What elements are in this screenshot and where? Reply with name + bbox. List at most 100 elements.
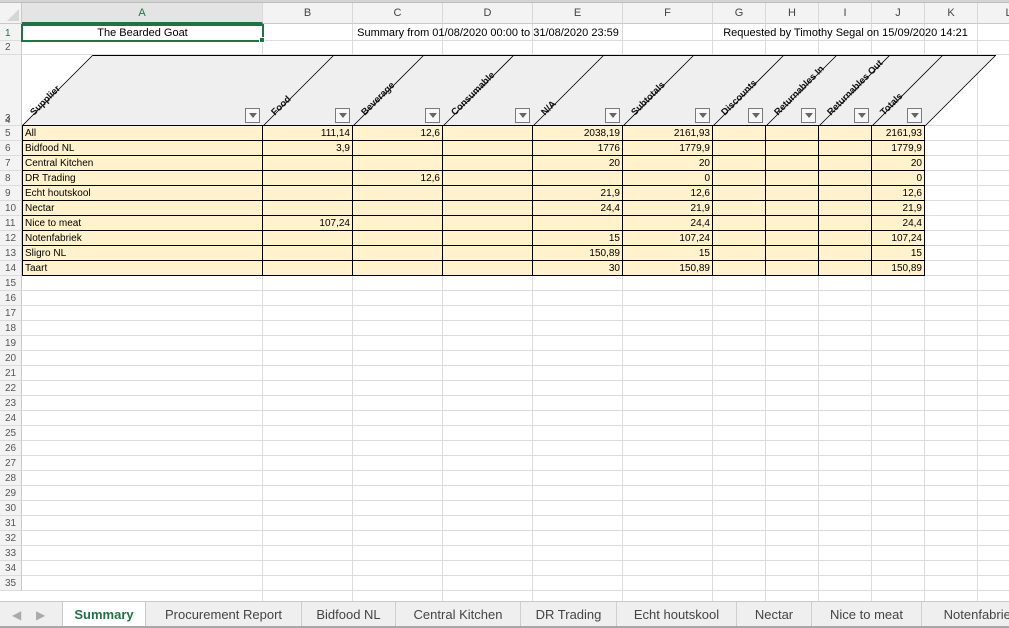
column-header-d[interactable]: D (443, 3, 533, 24)
row-header-10[interactable]: 10 (0, 201, 22, 216)
value-cell-returnables-in[interactable] (766, 246, 819, 261)
row-header-34[interactable]: 34 (0, 561, 22, 576)
value-cell-totals[interactable]: 20 (872, 156, 925, 171)
sheet-tab-dr-trading[interactable]: DR Trading (521, 602, 617, 627)
value-cell-returnables-in[interactable] (766, 216, 819, 231)
value-cell-returnables-out[interactable] (819, 201, 872, 216)
value-cell-discounts[interactable] (713, 261, 766, 276)
value-cell-n-a[interactable]: 20 (533, 156, 623, 171)
row-header-21[interactable]: 21 (0, 366, 22, 381)
row-header-31[interactable]: 31 (0, 516, 22, 531)
row-header-26[interactable]: 26 (0, 441, 22, 456)
value-cell-returnables-out[interactable] (819, 231, 872, 246)
value-cell-totals[interactable]: 12,6 (872, 186, 925, 201)
value-cell-returnables-in[interactable] (766, 126, 819, 141)
sheet-tab-bidfood-nl[interactable]: Bidfood NL (302, 602, 396, 627)
row-header-11[interactable]: 11 (0, 216, 22, 231)
value-cell-consumable[interactable] (443, 141, 533, 156)
value-cell-totals[interactable]: 15 (872, 246, 925, 261)
filter-dropdown-beverage[interactable] (425, 108, 440, 123)
value-cell-returnables-in[interactable] (766, 231, 819, 246)
value-cell-n-a[interactable] (533, 171, 623, 186)
row-header-35[interactable]: 35 (0, 576, 22, 591)
value-cell-subtotals[interactable]: 150,89 (623, 261, 713, 276)
supplier-name-cell[interactable]: Taart (22, 261, 263, 276)
value-cell-food[interactable]: 111,14 (263, 126, 353, 141)
filter-dropdown-n-a[interactable] (605, 108, 620, 123)
supplier-name-cell[interactable]: DR Trading (22, 171, 263, 186)
value-cell-totals[interactable]: 1779,9 (872, 141, 925, 156)
row-header-27[interactable]: 27 (0, 456, 22, 471)
filter-dropdown-food[interactable] (335, 108, 350, 123)
sheet-tab-nice-to-meat[interactable]: Nice to meat (812, 602, 922, 627)
value-cell-discounts[interactable] (713, 201, 766, 216)
sheet-tab-central-kitchen[interactable]: Central Kitchen (396, 602, 521, 627)
value-cell-food[interactable] (263, 156, 353, 171)
value-cell-returnables-in[interactable] (766, 141, 819, 156)
value-cell-beverage[interactable]: 12,6 (353, 126, 443, 141)
value-cell-beverage[interactable] (353, 231, 443, 246)
supplier-name-cell[interactable]: Central Kitchen (22, 156, 263, 171)
row-header-16[interactable]: 16 (0, 291, 22, 306)
value-cell-food[interactable] (263, 231, 353, 246)
value-cell-n-a[interactable]: 30 (533, 261, 623, 276)
row-header-33[interactable]: 33 (0, 546, 22, 561)
value-cell-discounts[interactable] (713, 141, 766, 156)
column-header-f[interactable]: F (623, 3, 713, 24)
row-header-24[interactable]: 24 (0, 411, 22, 426)
value-cell-subtotals[interactable]: 0 (623, 171, 713, 186)
row-header-18[interactable]: 18 (0, 321, 22, 336)
value-cell-n-a[interactable] (533, 216, 623, 231)
row-header-19[interactable]: 19 (0, 336, 22, 351)
supplier-name-cell[interactable]: Echt houtskool (22, 186, 263, 201)
value-cell-returnables-in[interactable] (766, 171, 819, 186)
filter-dropdown-returnables-out[interactable] (854, 108, 869, 123)
row-header-28[interactable]: 28 (0, 471, 22, 486)
value-cell-subtotals[interactable]: 12,6 (623, 186, 713, 201)
value-cell-food[interactable]: 3,9 (263, 141, 353, 156)
value-cell-food[interactable] (263, 201, 353, 216)
row-header-14[interactable]: 14 (0, 261, 22, 276)
select-all-corner[interactable] (0, 3, 22, 24)
value-cell-returnables-out[interactable] (819, 171, 872, 186)
row-header-32[interactable]: 32 (0, 531, 22, 546)
value-cell-totals[interactable]: 150,89 (872, 261, 925, 276)
value-cell-subtotals[interactable]: 21,9 (623, 201, 713, 216)
row-header-29[interactable]: 29 (0, 486, 22, 501)
sheet-tab-echt-houtskool[interactable]: Echt houtskool (617, 602, 737, 627)
value-cell-returnables-out[interactable] (819, 246, 872, 261)
value-cell-beverage[interactable]: 12,6 (353, 171, 443, 186)
value-cell-beverage[interactable] (353, 156, 443, 171)
value-cell-consumable[interactable] (443, 216, 533, 231)
value-cell-consumable[interactable] (443, 246, 533, 261)
value-cell-returnables-in[interactable] (766, 156, 819, 171)
column-header-a[interactable]: A (22, 3, 263, 24)
value-cell-discounts[interactable] (713, 231, 766, 246)
value-cell-discounts[interactable] (713, 156, 766, 171)
value-cell-returnables-out[interactable] (819, 186, 872, 201)
value-cell-subtotals[interactable]: 24,4 (623, 216, 713, 231)
filter-dropdown-consumable[interactable] (515, 108, 530, 123)
value-cell-subtotals[interactable]: 2161,93 (623, 126, 713, 141)
value-cell-returnables-out[interactable] (819, 156, 872, 171)
value-cell-consumable[interactable] (443, 171, 533, 186)
value-cell-discounts[interactable] (713, 216, 766, 231)
row-header-3[interactable]: 3 (0, 55, 22, 126)
supplier-name-cell[interactable]: Sligro NL (22, 246, 263, 261)
value-cell-totals[interactable]: 0 (872, 171, 925, 186)
value-cell-beverage[interactable] (353, 216, 443, 231)
filter-dropdown-subtotals[interactable] (695, 108, 710, 123)
value-cell-food[interactable] (263, 171, 353, 186)
row-header-5[interactable]: 5 (0, 126, 22, 141)
value-cell-discounts[interactable] (713, 186, 766, 201)
value-cell-food[interactable] (263, 186, 353, 201)
column-header-h[interactable]: H (766, 3, 819, 24)
row-header-13[interactable]: 13 (0, 246, 22, 261)
value-cell-n-a[interactable]: 2038,19 (533, 126, 623, 141)
row-header-6[interactable]: 6 (0, 141, 22, 156)
row-header-17[interactable]: 17 (0, 306, 22, 321)
value-cell-beverage[interactable] (353, 261, 443, 276)
value-cell-beverage[interactable] (353, 141, 443, 156)
row-header-2[interactable]: 2 (0, 41, 22, 55)
column-header-c[interactable]: C (353, 3, 443, 24)
